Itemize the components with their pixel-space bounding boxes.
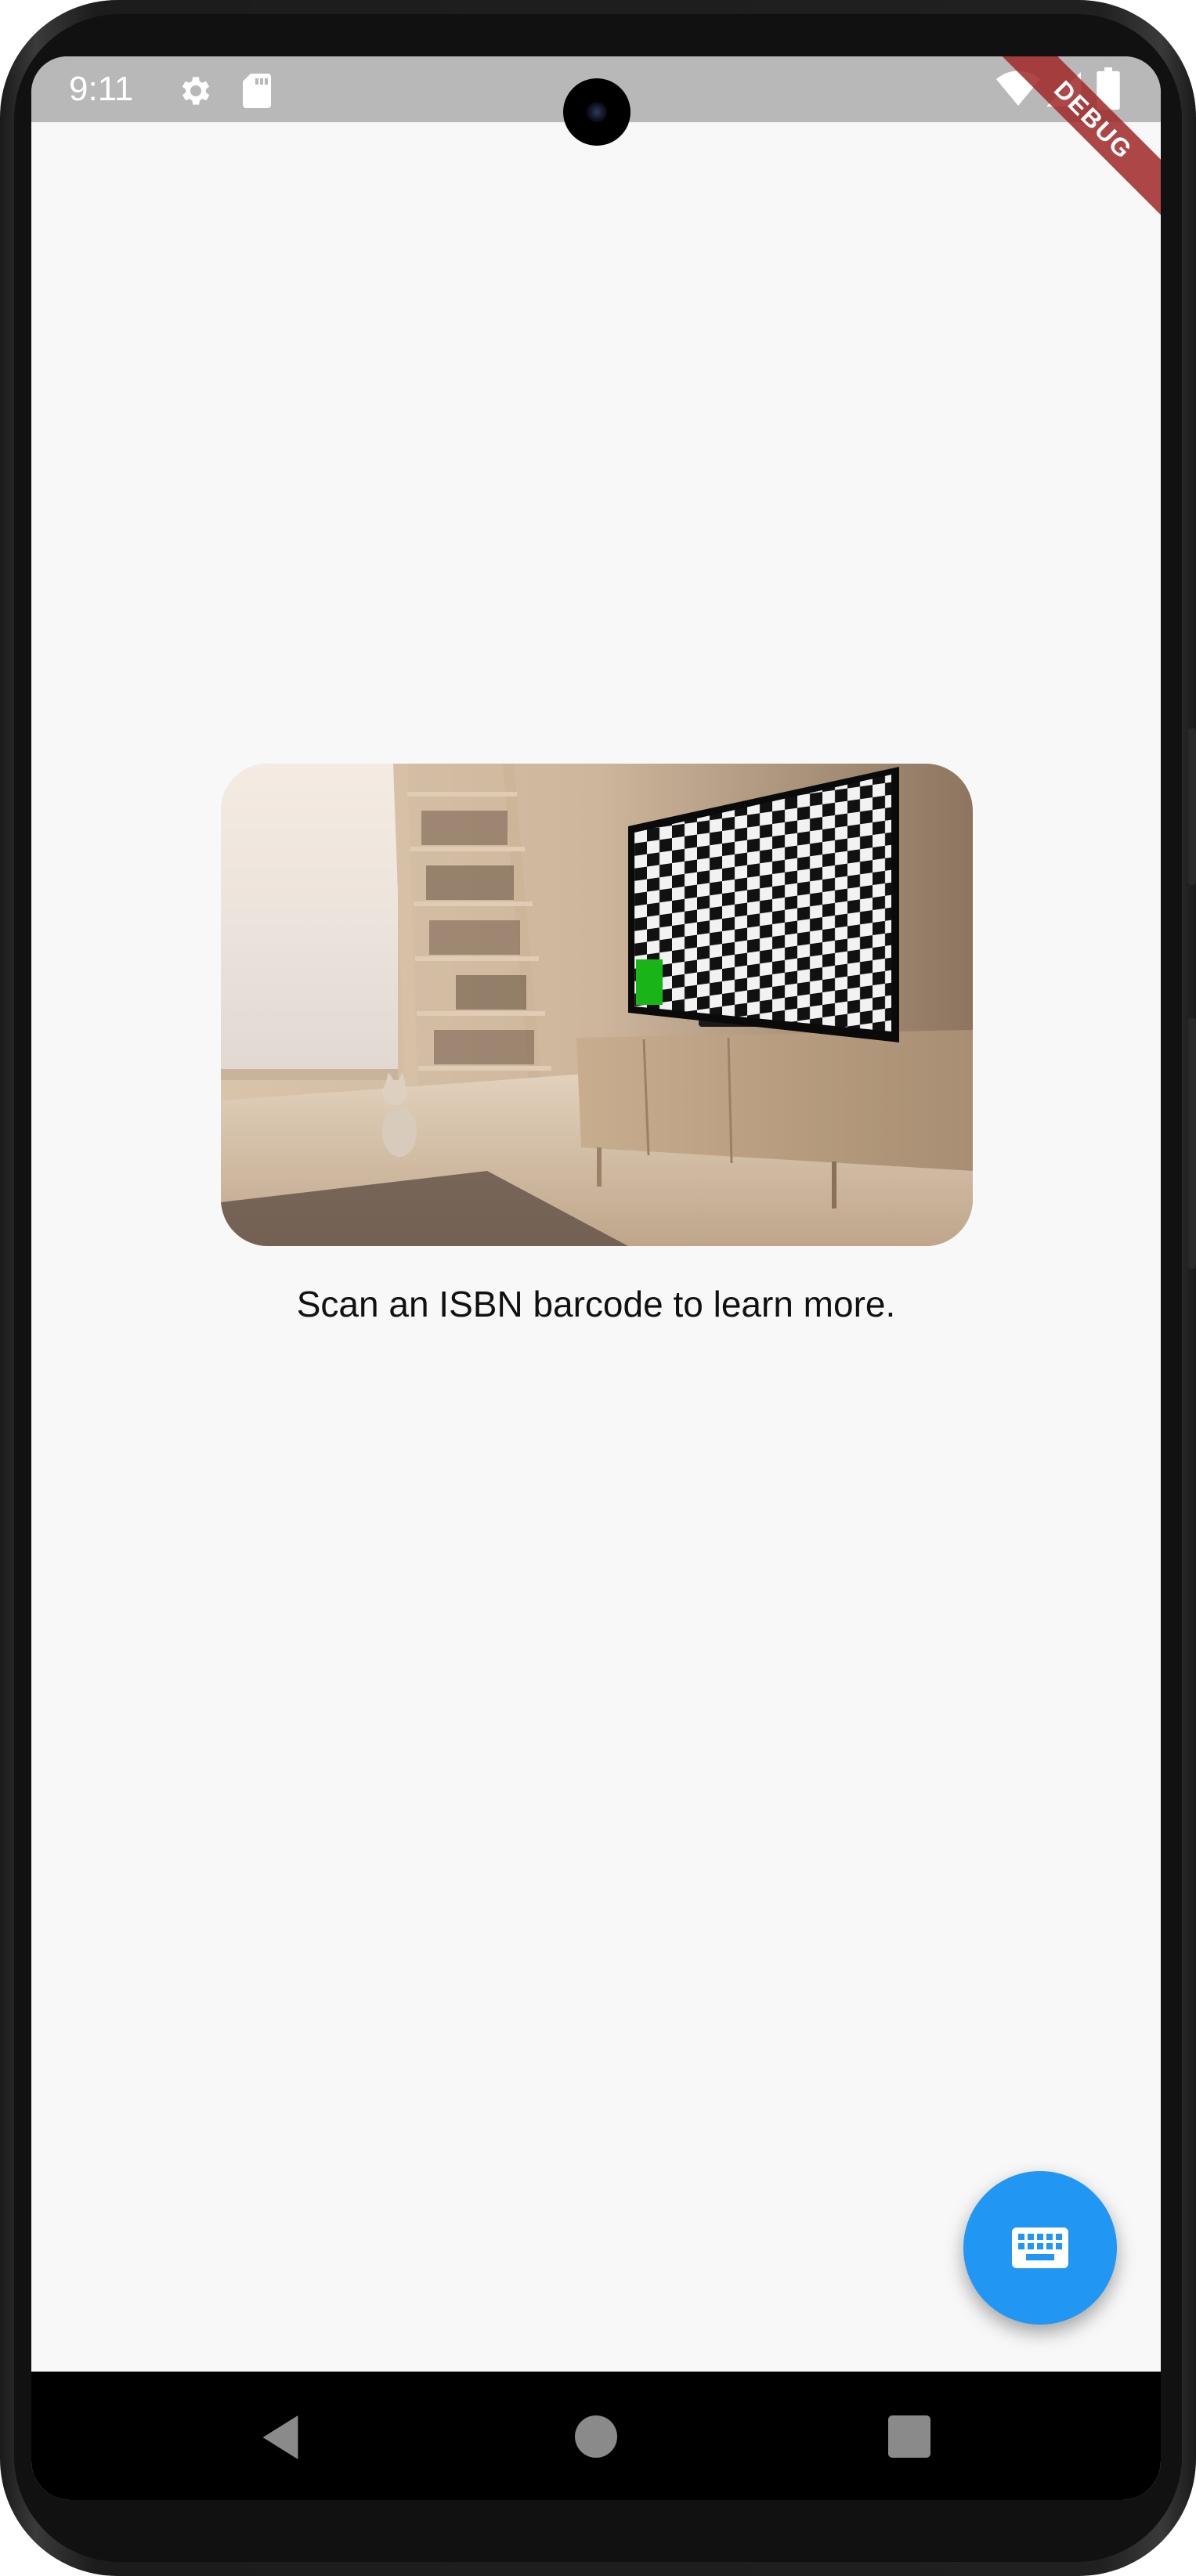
app-screen: 9:11 DEBUG Scan an ISBN barcode to learn…: [31, 56, 1161, 2500]
scan-instructions: Scan an ISBN barcode to learn more.: [296, 1284, 896, 1324]
recents-square-icon[interactable]: [888, 2415, 930, 2458]
volume-button: [1188, 728, 1196, 885]
system-navigation-bar: [31, 2372, 1161, 2500]
back-triangle-icon[interactable]: [258, 2415, 302, 2459]
home-circle-icon[interactable]: [575, 2415, 617, 2458]
room-with-checkerboard-tv-image: [221, 764, 973, 1246]
keyboard-icon: [1012, 2227, 1068, 2268]
gear-icon: [182, 77, 210, 105]
front-camera: [563, 78, 631, 146]
manual-entry-fab[interactable]: [963, 2171, 1117, 2325]
sd-card-icon: [243, 74, 271, 108]
power-button: [1188, 1018, 1196, 1269]
status-time: 9:11: [69, 70, 134, 108]
room-illustration: [221, 764, 973, 1246]
